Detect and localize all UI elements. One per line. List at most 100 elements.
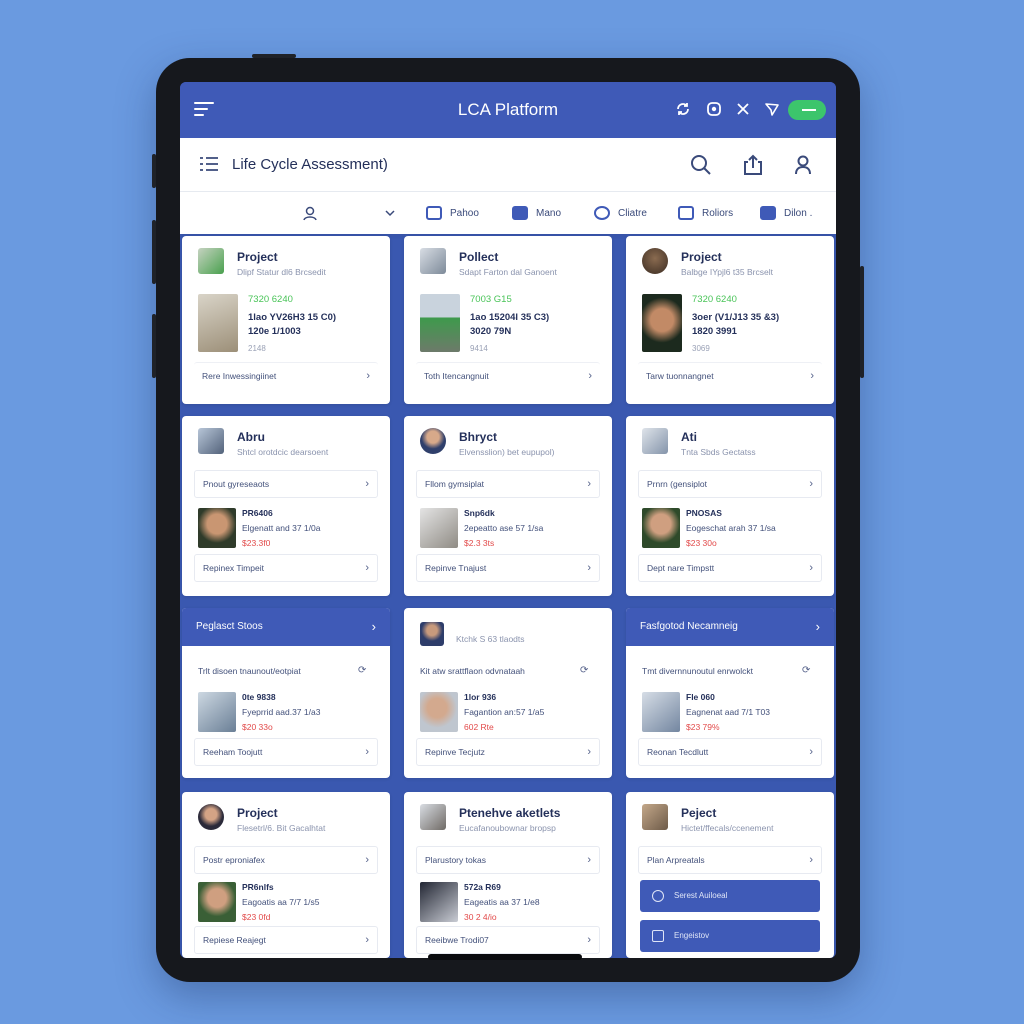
card-link[interactable]: Pnout gyreseaots ›: [194, 470, 378, 498]
card-link[interactable]: Plarustory tokas ›: [416, 846, 600, 874]
card-price: $20 33o: [242, 722, 273, 732]
engagement-button[interactable]: Engeistov: [640, 920, 820, 952]
card-link[interactable]: Toth Itencangnuit ›: [416, 362, 600, 390]
project-card[interactable]: Pollect Sdapt Farton dal Ganoent 7003 G1…: [404, 236, 612, 404]
tab-pahoo[interactable]: Pahoo: [426, 204, 479, 222]
card-link[interactable]: Repiese Reajegt ›: [194, 926, 378, 954]
refresh-icon[interactable]: ⟳: [802, 665, 810, 676]
card-link[interactable]: Repinex Timpeit ›: [194, 554, 378, 582]
toggle-switch[interactable]: [788, 100, 826, 120]
volume-button: [152, 154, 156, 188]
project-avatar: [420, 622, 444, 646]
card-header-band[interactable]: Peglasct Stoos ›: [182, 608, 390, 646]
card-link[interactable]: Rere Inwessingiinet ›: [194, 362, 378, 390]
card-title: Ktchk S 63 tlaodts: [456, 634, 525, 644]
card-title: Project: [237, 250, 278, 264]
tablet-frame: LCA Platform Life Cycle Assessment) Paho…: [152, 54, 864, 982]
person-thumbnail: [420, 692, 458, 732]
card-subtitle: Balbge IYpjl6 t35 Brcselt: [681, 267, 773, 277]
project-thumbnail: [198, 692, 236, 732]
chevron-right-icon: ›: [587, 562, 591, 574]
send-icon[interactable]: [762, 100, 782, 120]
folder-icon: [426, 206, 442, 220]
chevron-right-icon: ›: [365, 562, 369, 574]
card-link[interactable]: Plan Arpreatals ›: [638, 846, 822, 874]
card-link[interactable]: Tarw tuonnangnet ›: [638, 362, 822, 390]
card-link[interactable]: Dept nare Timpstt ›: [638, 554, 822, 582]
refresh-icon[interactable]: ⟳: [358, 665, 366, 676]
document-thumbnail: [420, 508, 458, 548]
card-metric: 7320 6240: [248, 294, 293, 305]
card-link[interactable]: Reeham Toojutt ›: [194, 738, 378, 766]
tab-dilon[interactable]: Dilon .: [760, 204, 812, 222]
card-title: Ati: [681, 430, 697, 444]
card-subtitle: Hictet/ffecals/ccenement: [681, 823, 774, 833]
status-card[interactable]: Fasfgotod Necamneig › Tmt divernnunoutul …: [626, 608, 834, 778]
card-metric: 9414: [470, 344, 488, 353]
card-price: 602 Rte: [464, 722, 494, 732]
user-icon[interactable]: [790, 152, 816, 178]
document-thumbnail: [420, 882, 458, 922]
home-indicator: [428, 954, 582, 960]
sync-icon[interactable]: [673, 100, 693, 120]
search-button[interactable]: Serest Auiloeal: [640, 880, 820, 912]
project-thumbnail: [198, 294, 238, 352]
card-metric: Snp6dk: [464, 508, 495, 518]
person-thumbnail: [198, 508, 236, 548]
data-icon: [760, 206, 776, 220]
project-card[interactable]: Ptenehve aketlets Eucafanoubownar bropsp…: [404, 792, 612, 958]
app-bar: LCA Platform: [180, 82, 836, 138]
close-icon[interactable]: [733, 100, 753, 120]
project-card[interactable]: Ati Tnta Sbds Gectatss Prnrn (gensiplot ›…: [626, 416, 834, 596]
card-metric: Eagnenat aad 7/1 T03: [686, 707, 770, 717]
status-card[interactable]: Peglasct Stoos › Trlt disoen tnaunout/eot…: [182, 608, 390, 778]
card-link[interactable]: Repinve Tecjutz ›: [416, 738, 600, 766]
card-title: Project: [681, 250, 722, 264]
search-icon[interactable]: [688, 152, 714, 178]
search-icon: [652, 890, 664, 902]
chevron-right-icon: ›: [815, 619, 820, 634]
list-icon[interactable]: [200, 156, 218, 172]
share-icon[interactable]: [740, 152, 766, 178]
card-metric: 3oer (V1/J13 35 &3): [692, 312, 780, 323]
project-avatar: [642, 428, 668, 454]
project-card[interactable]: Ktchk S 63 tlaodts Kit atw srattflaon od…: [404, 608, 612, 778]
tab-mano[interactable]: Mano: [512, 204, 561, 222]
project-avatar: [198, 428, 224, 454]
chevron-right-icon: ›: [587, 746, 591, 758]
card-link[interactable]: Reeibwe Trodi07 ›: [416, 926, 600, 954]
card-metric: Eagoatis aa 7/7 1/s5: [242, 897, 320, 907]
card-link[interactable]: Reonan Tecdlutt ›: [638, 738, 822, 766]
tab-user[interactable]: [302, 204, 318, 222]
settings-icon[interactable]: [704, 100, 724, 120]
card-metric: Eageatis aa 37 1/e8: [464, 897, 540, 907]
map-icon: [512, 206, 528, 220]
page-title: Life Cycle Assessment): [232, 156, 388, 173]
card-metric: Fle 060: [686, 692, 715, 702]
card-metric: 1ao 15204l 35 C3): [470, 312, 550, 323]
project-thumbnail: [642, 294, 682, 352]
chevron-right-icon: ›: [809, 478, 813, 490]
card-link[interactable]: Fllom gymsiplat ›: [416, 470, 600, 498]
tab-cliatre[interactable]: Cliatre: [594, 204, 647, 222]
project-card[interactable]: Peject Hictet/ffecals/ccenement Plan Arp…: [626, 792, 834, 958]
card-header-band[interactable]: Fasfgotod Necamneig ›: [626, 608, 834, 646]
card-link[interactable]: Postr eproniafex ›: [194, 846, 378, 874]
tab-dropdown[interactable]: [384, 204, 396, 222]
project-card[interactable]: Project Flesetrl/6. Bit Gacalhtat Postr …: [182, 792, 390, 958]
card-title: Ptenehve aketlets: [459, 806, 561, 820]
project-card[interactable]: Project Balbge IYpjl6 t35 Brcselt 7320 6…: [626, 236, 834, 404]
tab-roliors[interactable]: Roliors: [678, 204, 733, 222]
card-link[interactable]: Prnrn (gensiplot ›: [638, 470, 822, 498]
project-card[interactable]: Project Dlipf Statur dl6 Brcsedit 7320 6…: [182, 236, 390, 404]
card-metric: 2148: [248, 344, 266, 353]
chevron-right-icon: ›: [365, 934, 369, 946]
project-card[interactable]: Abru Shtcl orotdcic dearsoent Pnout gyre…: [182, 416, 390, 596]
card-link[interactable]: Repinve Tnajust ›: [416, 554, 600, 582]
project-card[interactable]: Bhryct Elvensslion) bet eupupol) Fllom g…: [404, 416, 612, 596]
refresh-icon[interactable]: ⟳: [580, 665, 588, 676]
card-title: Project: [237, 806, 278, 820]
user-icon: [303, 206, 317, 221]
card-subtitle: Elvensslion) bet eupupol): [459, 447, 555, 457]
card-title: Abru: [237, 430, 265, 444]
